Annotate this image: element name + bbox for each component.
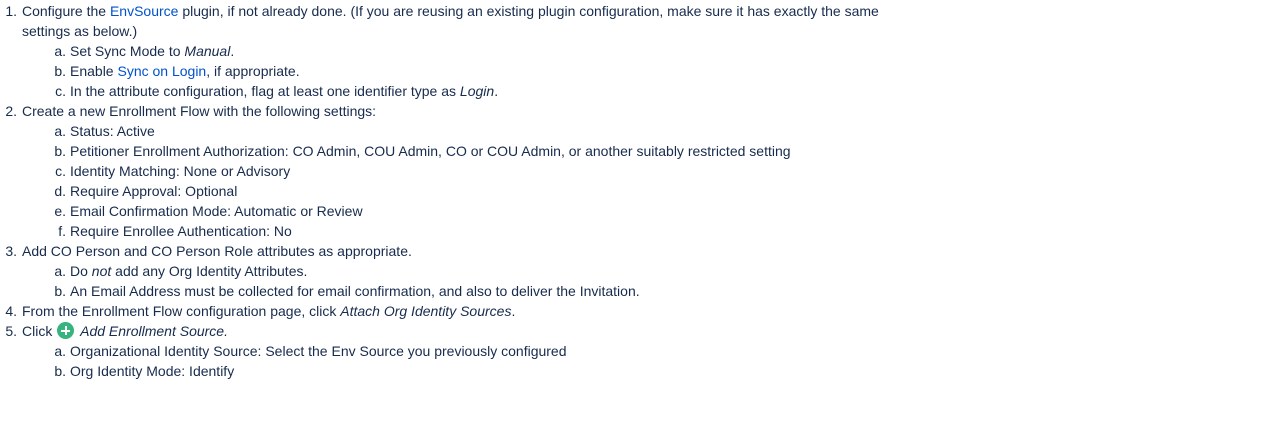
instructions-list: 1. Configure the EnvSource plugin, if no… <box>0 0 1270 379</box>
list-item-1-continuation: settings as below.) <box>22 23 138 39</box>
sync-on-login-link[interactable]: Sync on Login <box>117 63 206 79</box>
list-number: 1. <box>5 3 17 19</box>
envsource-link[interactable]: EnvSource <box>110 3 178 19</box>
plus-circle-icon <box>57 322 75 339</box>
